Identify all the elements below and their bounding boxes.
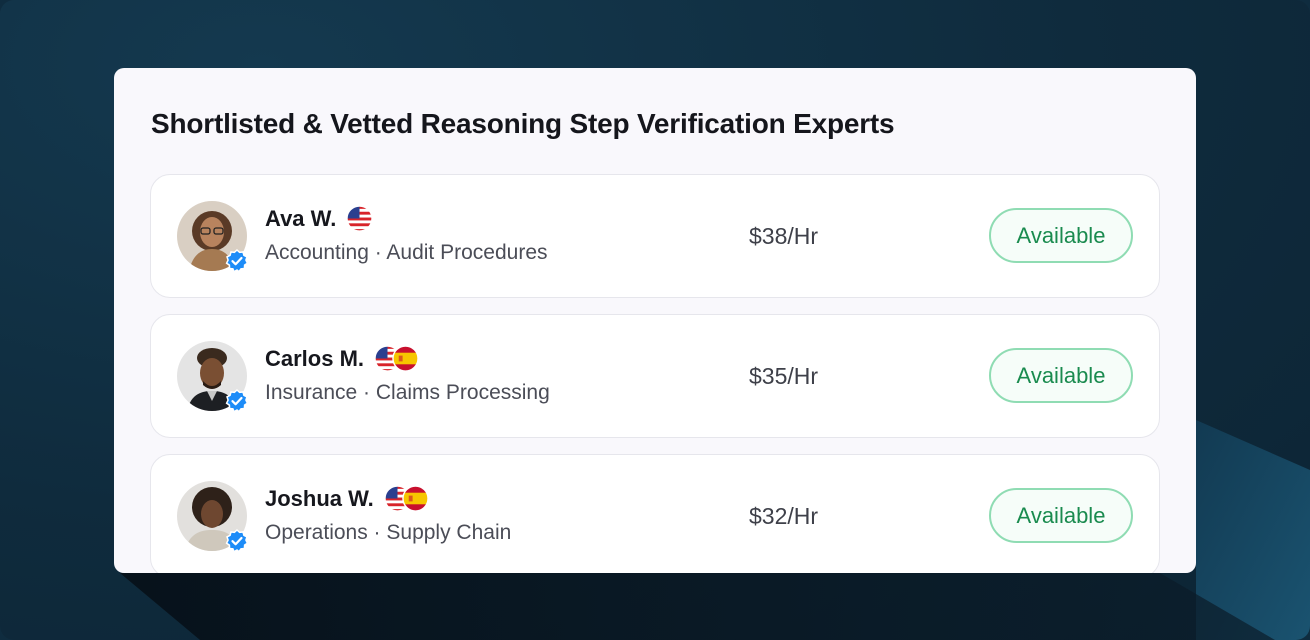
expert-skills: Accounting · Audit Procedures (265, 241, 548, 264)
avatar (177, 201, 249, 273)
expert-row-ava[interactable]: Ava W. Accounting · Audit Procedures $38… (150, 174, 1160, 298)
verified-badge-icon (225, 249, 249, 273)
avatar (177, 481, 249, 553)
card-title: Shortlisted & Vetted Reasoning Step Veri… (151, 108, 895, 139)
us-flag-icon (346, 205, 374, 232)
verified-badge-icon (225, 389, 249, 413)
hourly-rate: $35/Hr (749, 363, 819, 389)
hourly-rate: $32/Hr (749, 503, 819, 529)
verified-badge-icon (225, 529, 249, 553)
expert-name: Carlos M. (265, 345, 365, 371)
avatar (177, 341, 249, 413)
expert-row-joshua[interactable]: Joshua W. Operations · Supply Chain $32/… (150, 454, 1160, 573)
page-background: Shortlisted & Vetted Reasoning Step Veri… (0, 0, 1310, 640)
spain-flag-icon (402, 485, 429, 512)
experts-card: Shortlisted & Vetted Reasoning Step Veri… (114, 68, 1196, 573)
availability-badge[interactable]: Available (989, 488, 1133, 543)
expert-skills: Insurance · Claims Processing (265, 381, 550, 404)
availability-badge[interactable]: Available (989, 348, 1133, 403)
spain-flag-icon (392, 345, 419, 372)
expert-name: Joshua W. (265, 485, 374, 511)
expert-row-carlos[interactable]: Carlos M. Insurance · Claims Processing … (150, 314, 1160, 438)
hourly-rate: $38/Hr (749, 223, 819, 249)
expert-name: Ava W. (265, 205, 337, 231)
availability-badge[interactable]: Available (989, 208, 1133, 263)
expert-skills: Operations · Supply Chain (265, 521, 512, 544)
